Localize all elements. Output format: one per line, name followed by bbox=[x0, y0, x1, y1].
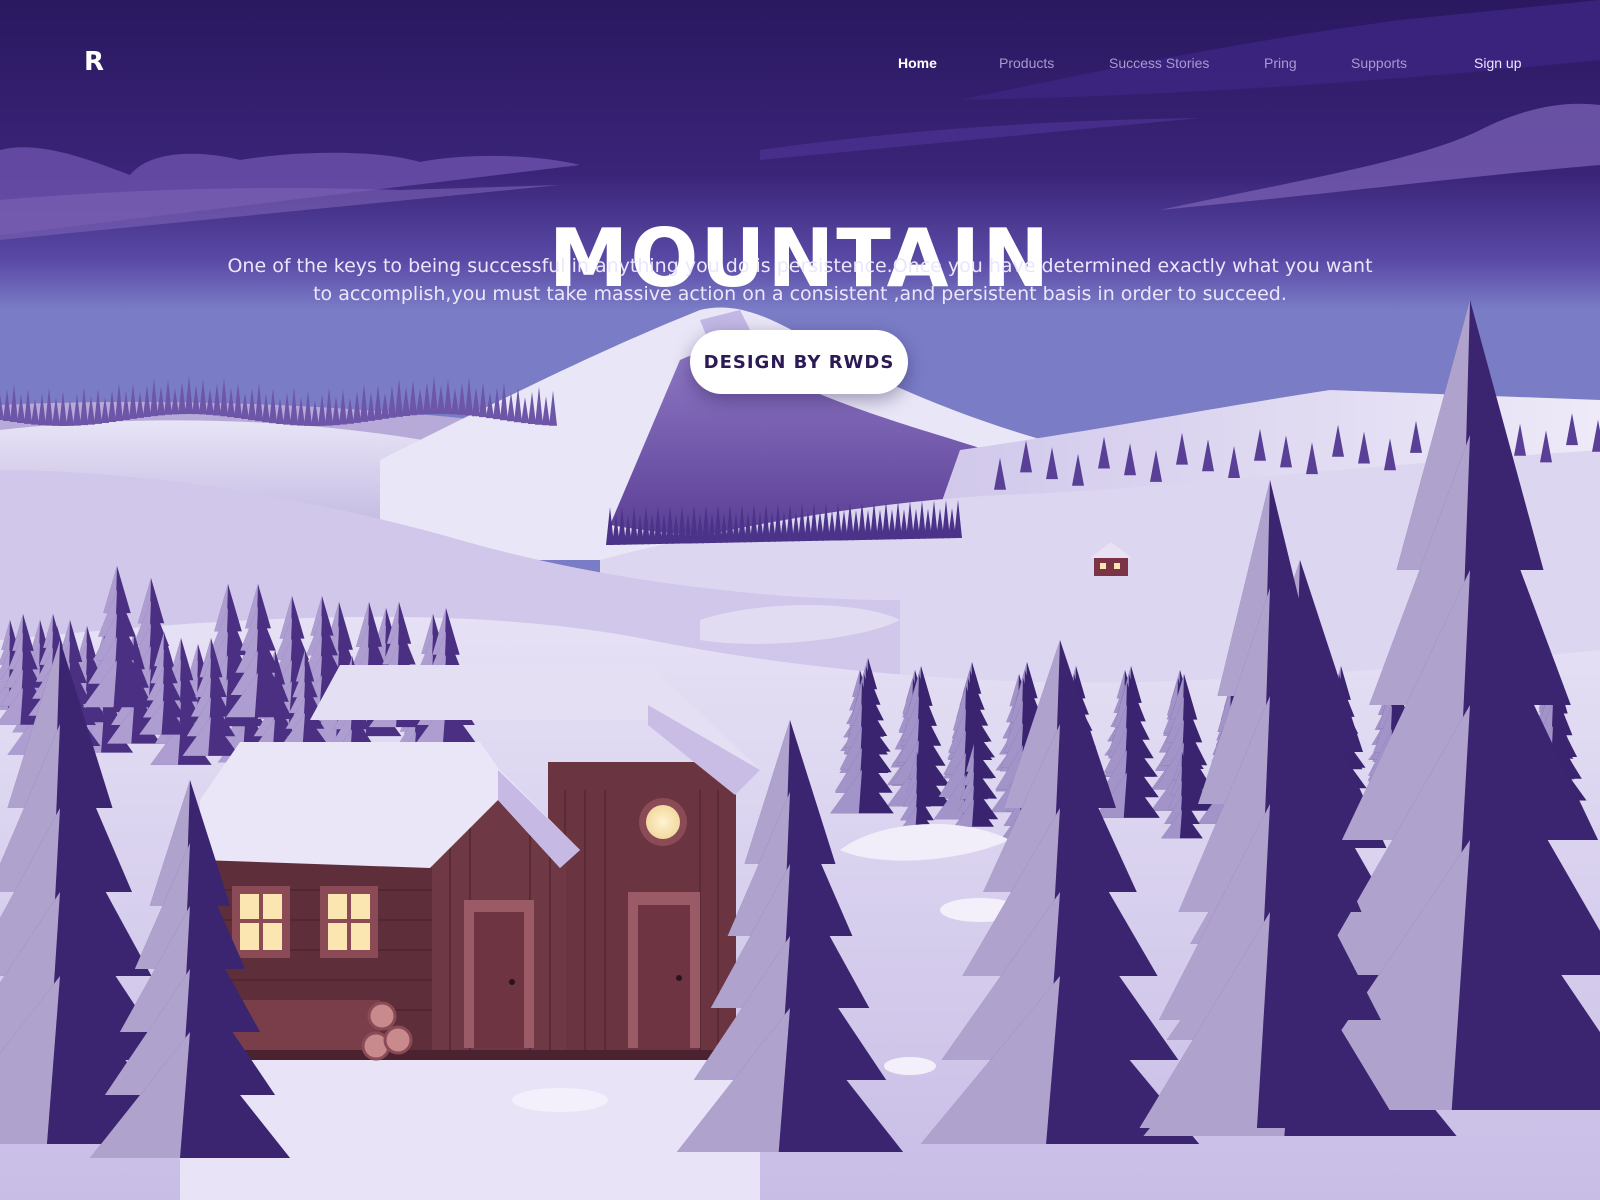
nav-success-stories[interactable]: Success Stories bbox=[1109, 48, 1209, 78]
design-by-button[interactable]: DESIGN BY RWDS bbox=[690, 330, 908, 394]
winter-landscape-illustration bbox=[0, 0, 1600, 1200]
nav-supports[interactable]: Supports bbox=[1351, 48, 1407, 78]
main-nav: Home Products Success Stories Pring Supp… bbox=[0, 48, 1600, 78]
nav-pring[interactable]: Pring bbox=[1264, 48, 1297, 78]
nav-home[interactable]: Home bbox=[898, 48, 937, 78]
hero-description: One of the keys to being successful in a… bbox=[227, 255, 1373, 305]
nav-products[interactable]: Products bbox=[999, 48, 1054, 78]
signup-link[interactable]: Sign up bbox=[1474, 48, 1521, 78]
